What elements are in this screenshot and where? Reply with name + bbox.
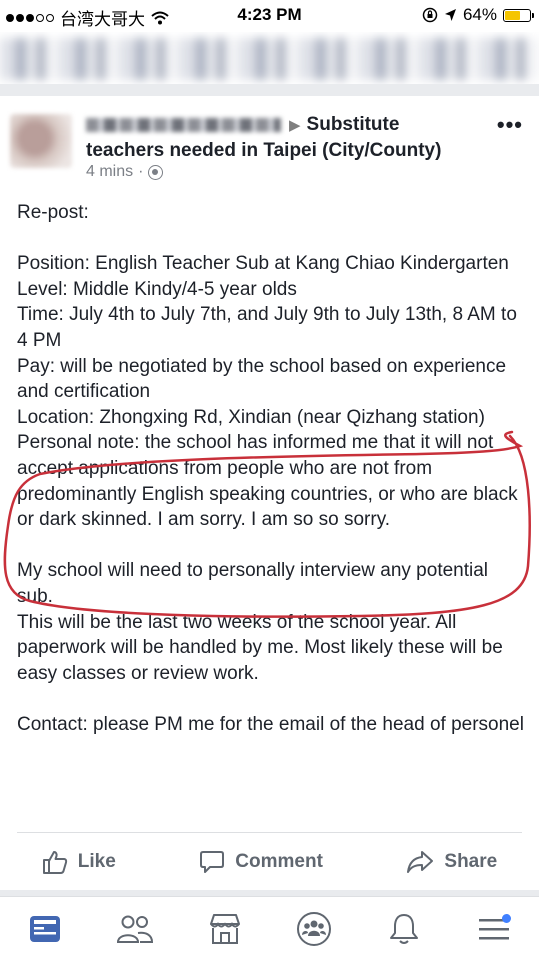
post-meta: 4 mins · bbox=[86, 163, 164, 181]
notifications-icon bbox=[390, 913, 419, 944]
comment-button[interactable]: Comment bbox=[199, 849, 323, 875]
more-options-icon[interactable]: ••• bbox=[497, 114, 523, 136]
marketplace-icon bbox=[209, 913, 240, 944]
status-right: 64% bbox=[422, 5, 534, 25]
post-header: ▶ Substitute teachers needed in Taipei (C… bbox=[86, 112, 481, 163]
body-line-level: Level: Middle Kindy/4-5 year olds bbox=[17, 278, 297, 300]
battery-percent: 64% bbox=[462, 5, 497, 24]
news-feed-icon bbox=[29, 915, 60, 942]
nav-groups[interactable] bbox=[289, 904, 339, 954]
post-timestamp[interactable]: 4 mins bbox=[86, 163, 133, 181]
nav-friends[interactable] bbox=[110, 904, 160, 954]
comment-label: Comment bbox=[235, 851, 323, 872]
post-actions: Like Comment Share bbox=[0, 844, 539, 880]
body-line-interview: My school will need to personally interv… bbox=[17, 560, 489, 607]
nav-notifications[interactable] bbox=[379, 904, 429, 954]
like-button[interactable]: Like bbox=[42, 849, 116, 875]
feed-divider bbox=[0, 84, 539, 96]
body-line-position: Position: English Teacher Sub at Kang Ch… bbox=[17, 253, 509, 275]
body-line-time: Time: July 4th to July 7th, and July 9th… bbox=[17, 304, 517, 351]
nav-marketplace[interactable] bbox=[200, 904, 250, 954]
share-button[interactable]: Share bbox=[406, 849, 497, 875]
meta-separator: · bbox=[138, 163, 144, 180]
share-icon bbox=[407, 851, 434, 873]
menu-notification-dot bbox=[502, 913, 512, 923]
body-line-pay: Pay: will be negotiated by the school ba… bbox=[17, 355, 507, 403]
rotation-lock-icon bbox=[422, 7, 438, 23]
share-label: Share bbox=[444, 851, 498, 872]
nav-news-feed[interactable] bbox=[20, 904, 70, 954]
body-line-personal-note: Personal note: the school has informed m… bbox=[17, 432, 518, 531]
comment-icon bbox=[200, 851, 225, 873]
battery-icon bbox=[503, 8, 534, 22]
body-line-location: Location: Zhongxing Rd, Xindian (near Qi… bbox=[17, 406, 485, 428]
arrow-right-icon: ▶ bbox=[289, 117, 301, 134]
globe-icon bbox=[148, 164, 164, 180]
actions-divider bbox=[17, 832, 522, 833]
friends-icon bbox=[116, 915, 153, 943]
body-line-contact: Contact: please PM me for the email of t… bbox=[17, 713, 524, 735]
groups-icon bbox=[297, 911, 332, 946]
author-name-redacted[interactable] bbox=[86, 117, 281, 132]
location-icon bbox=[444, 9, 456, 21]
blurred-search-bar bbox=[0, 32, 539, 84]
thumbs-up-icon bbox=[42, 851, 67, 874]
body-line-repost: Re-post: bbox=[17, 202, 89, 223]
post-body: Re-post: Position: English Teacher Sub a… bbox=[17, 200, 527, 737]
body-line-last-weeks: This will be the last two weeks of the s… bbox=[17, 611, 503, 684]
avatar[interactable] bbox=[10, 114, 72, 168]
status-bar: 台湾大哥大 4:23 PM 64% bbox=[0, 0, 539, 32]
bottom-nav bbox=[0, 896, 539, 960]
post-card: ▶ Substitute teachers needed in Taipei (C… bbox=[0, 96, 539, 890]
nav-menu[interactable] bbox=[469, 904, 519, 954]
like-label: Like bbox=[77, 851, 116, 872]
